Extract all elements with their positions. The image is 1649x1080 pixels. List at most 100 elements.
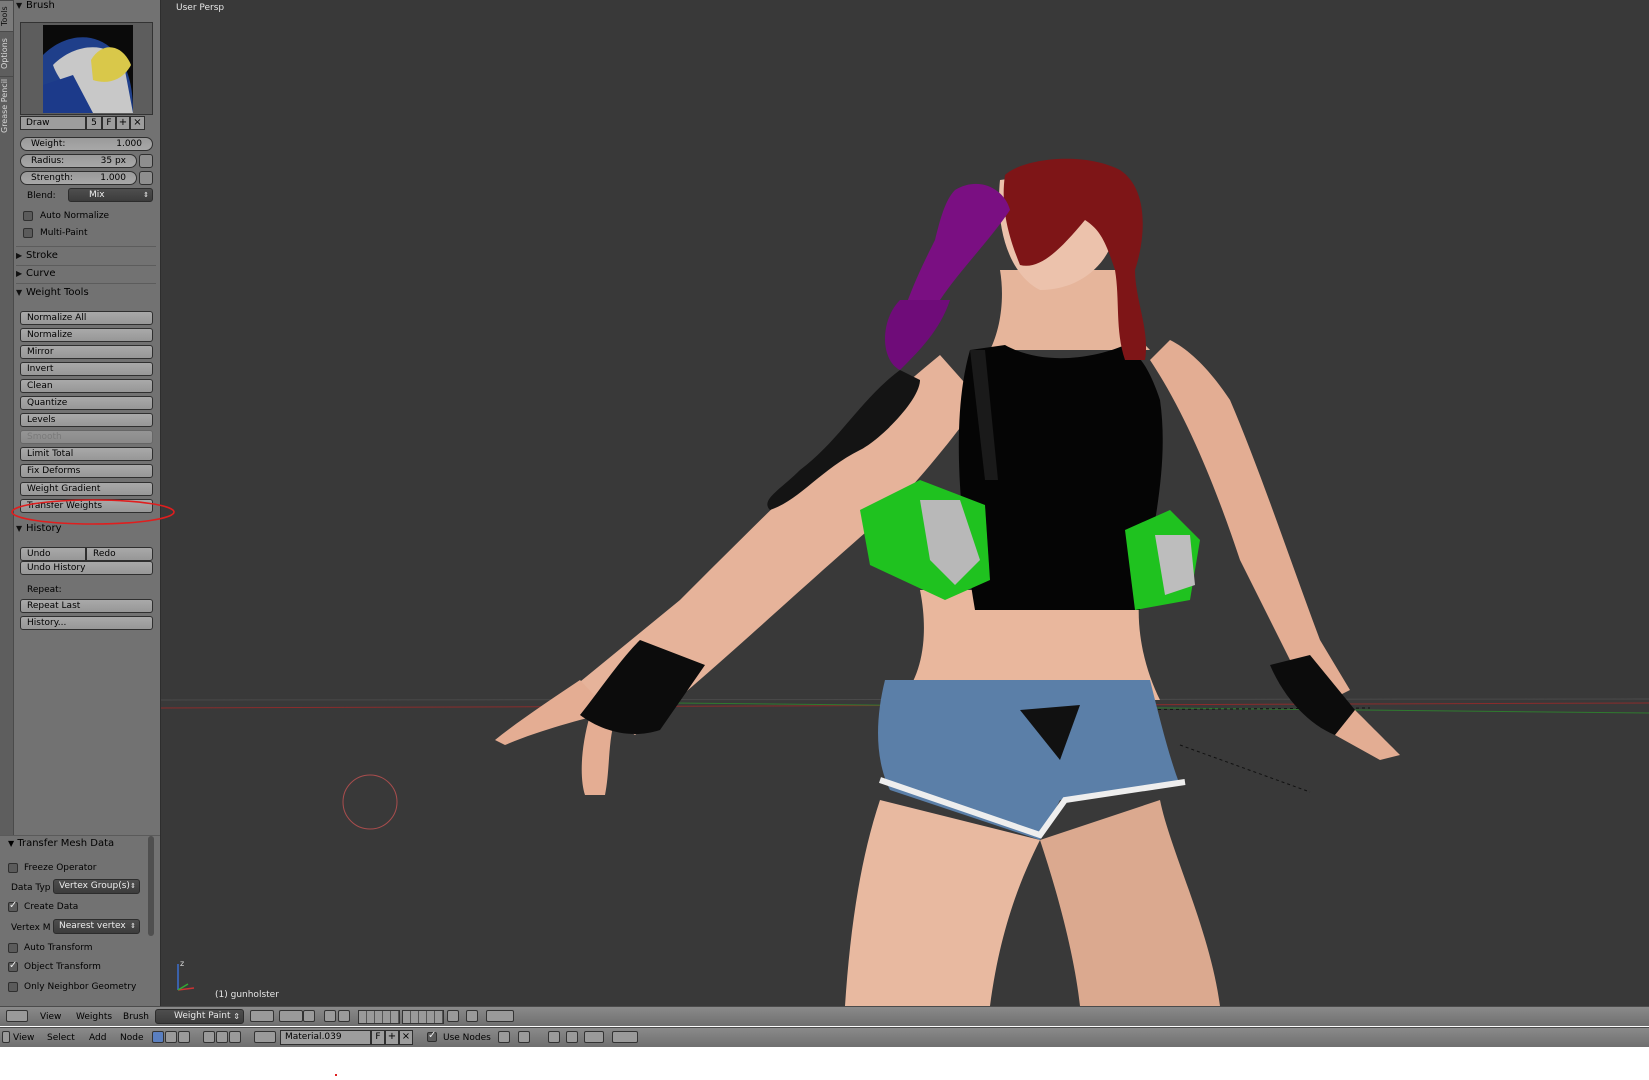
tab-options[interactable]: Options [0, 31, 13, 76]
render-anim-icon[interactable] [486, 1010, 514, 1022]
layer-buttons-2[interactable] [402, 1010, 444, 1024]
quantize-button[interactable]: Quantize [20, 396, 153, 410]
curve-panel-header[interactable]: ▶ Curve [16, 268, 156, 284]
only-neighbor-geometry-checkbox[interactable] [8, 982, 18, 992]
material-icon[interactable] [254, 1031, 276, 1043]
menu-add[interactable]: Add [89, 1033, 106, 1043]
object-shader-icon[interactable] [203, 1031, 215, 1043]
redo-button[interactable]: Redo [86, 547, 153, 561]
vertical-tabs: Tools Options Grease Pencil [0, 0, 14, 835]
weight-tools-panel-header[interactable]: ▼ Weight Tools [16, 287, 156, 303]
smooth-button: Smooth [20, 430, 153, 444]
freeze-operator-checkbox[interactable] [8, 863, 18, 873]
manipulator-icon[interactable] [303, 1010, 315, 1022]
stroke-panel-header[interactable]: ▶ Stroke [16, 250, 156, 266]
undo-history-button[interactable]: Undo History [20, 561, 153, 575]
bone-line [1179, 744, 1311, 793]
mirror-button[interactable]: Mirror [20, 345, 153, 359]
3d-viewport[interactable]: User Persp z (1) gunholster [160, 0, 1649, 1006]
operator-panel-header[interactable]: ▼ Transfer Mesh Data [8, 838, 114, 849]
parent-node-icon[interactable] [518, 1031, 530, 1043]
highlight-annotation [11, 499, 175, 525]
material-unlink-icon[interactable]: × [399, 1030, 413, 1045]
repeat-last-button[interactable]: Repeat Last [20, 599, 153, 613]
brush-users-count: 5 [86, 116, 102, 130]
pivot-icon[interactable] [279, 1010, 303, 1022]
editor-type-icon[interactable] [6, 1010, 28, 1022]
normalize-all-button[interactable]: Normalize All [20, 311, 153, 325]
brush-panel-header[interactable]: ▼ Brush [16, 0, 156, 16]
brush-cursor [342, 774, 398, 830]
tab-tools[interactable]: Tools [0, 0, 13, 31]
data-type-dropdown[interactable]: Vertex Group(s) ⇕ [53, 879, 140, 894]
radius-slider[interactable]: Radius: 35 px [20, 154, 137, 168]
brush-preview[interactable] [20, 22, 153, 115]
brush-thumbnail-icon [43, 25, 133, 113]
line-style-icon[interactable] [229, 1031, 241, 1043]
svg-text:z: z [180, 959, 184, 968]
right-glove [1270, 655, 1355, 735]
snap-icon[interactable] [548, 1031, 560, 1043]
brush-add-icon[interactable]: + [116, 116, 130, 130]
divider [16, 283, 156, 284]
divider [16, 246, 156, 247]
use-nodes-checkbox[interactable] [427, 1030, 437, 1042]
backdrop-icon[interactable] [498, 1031, 510, 1043]
auto-transform-checkbox[interactable] [8, 943, 18, 953]
tab-grease-pencil[interactable]: Grease Pencil [0, 76, 13, 135]
levels-button[interactable]: Levels [20, 413, 153, 427]
opengl-render-icon[interactable] [466, 1010, 478, 1022]
left-leg [845, 800, 1040, 1006]
texture-type-icon[interactable] [165, 1031, 177, 1043]
vertex-select-icon[interactable] [338, 1010, 350, 1022]
menu-weights[interactable]: Weights [76, 1012, 112, 1022]
red-dot [335, 1074, 337, 1076]
object-transform-label: Object Transform [24, 962, 101, 972]
object-transform-checkbox[interactable] [8, 960, 18, 972]
snap-target-icon[interactable] [584, 1031, 604, 1043]
mode-dropdown[interactable]: Weight Paint ⇕ [155, 1009, 244, 1024]
material-add-icon[interactable]: + [385, 1030, 399, 1045]
layer-buttons[interactable] [358, 1010, 400, 1024]
lock-camera-icon[interactable] [447, 1010, 459, 1022]
create-data-checkbox[interactable] [8, 900, 18, 912]
mask-icon[interactable] [324, 1010, 336, 1022]
weight-slider[interactable]: Weight: 1.000 [20, 137, 153, 151]
shading-icon[interactable] [250, 1010, 274, 1022]
vertex-mapping-dropdown[interactable]: Nearest vertex ⇕ [53, 919, 140, 934]
limit-total-button[interactable]: Limit Total [20, 447, 153, 461]
brush-fake-user-button[interactable]: F [102, 116, 116, 130]
radius-pressure-icon[interactable] [139, 154, 153, 168]
viewport-scene[interactable]: z [160, 0, 1649, 1006]
menu-brush[interactable]: Brush [123, 1012, 149, 1022]
operator-scrollbar[interactable] [148, 836, 154, 936]
fix-deforms-button[interactable]: Fix Deforms [20, 464, 153, 478]
menu-view[interactable]: View [40, 1012, 61, 1022]
expand-triangle-icon: ▶ [16, 251, 23, 260]
clean-button[interactable]: Clean [20, 379, 153, 393]
strength-slider[interactable]: Strength: 1.000 [20, 171, 137, 185]
snap-element-icon[interactable] [566, 1031, 578, 1043]
blend-dropdown[interactable]: Mix ⇕ [68, 188, 153, 202]
updown-arrows-icon: ⇕ [143, 191, 149, 199]
brush-name-field[interactable]: Draw [20, 116, 86, 130]
menu-node[interactable]: Node [120, 1033, 144, 1043]
copy-nodes-icon[interactable] [612, 1031, 638, 1043]
compositing-type-icon[interactable] [178, 1031, 190, 1043]
material-name-field[interactable]: Material.039 [280, 1030, 371, 1045]
brush-unlink-icon[interactable]: × [130, 116, 145, 130]
history-menu-button[interactable]: History... [20, 616, 153, 630]
menu-select[interactable]: Select [47, 1033, 75, 1043]
shader-type-icon[interactable] [152, 1031, 164, 1043]
strength-pressure-icon[interactable] [139, 171, 153, 185]
normalize-button[interactable]: Normalize [20, 328, 153, 342]
material-fake-user-button[interactable]: F [371, 1030, 385, 1045]
use-nodes-label: Use Nodes [443, 1033, 491, 1043]
invert-button[interactable]: Invert [20, 362, 153, 376]
world-shader-icon[interactable] [216, 1031, 228, 1043]
undo-button[interactable]: Undo [20, 547, 86, 561]
editor-type-icon[interactable] [2, 1031, 10, 1043]
auto-normalize-checkbox[interactable] [23, 211, 33, 221]
multi-paint-checkbox[interactable] [23, 228, 33, 238]
menu-view[interactable]: View [13, 1033, 34, 1043]
